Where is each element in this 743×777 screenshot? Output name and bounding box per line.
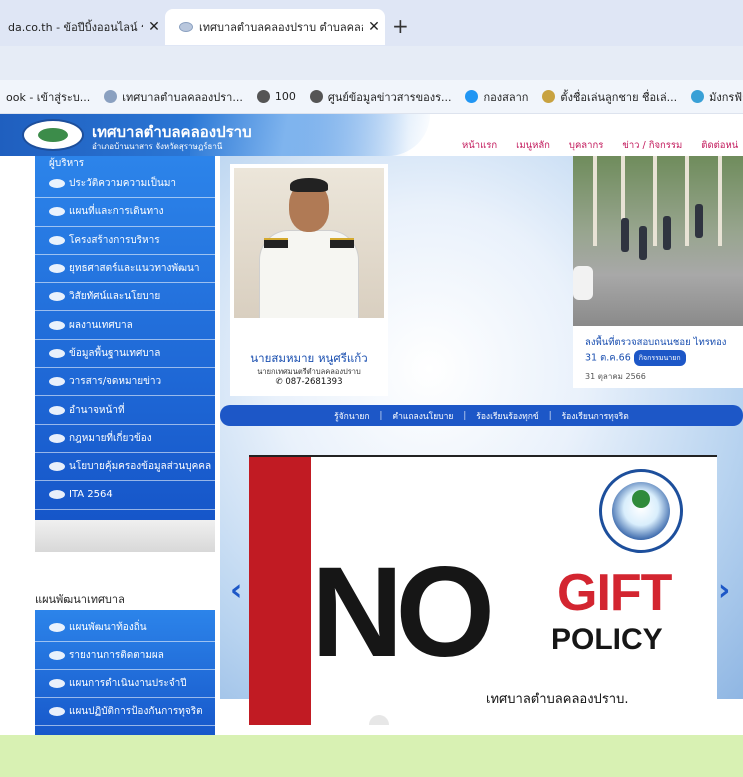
logo-icon — [49, 292, 65, 302]
logo-icon — [49, 490, 65, 500]
link-corruption-report[interactable]: ร้องเรียนการทุจริต — [562, 409, 629, 423]
menu-item[interactable]: วิสัยทัศน์และนโยบาย — [35, 283, 215, 312]
news-title: ลงพื้นที่ตรวจสอบถนนชอย ไทรทอง 31 ต.ค.66 … — [585, 336, 740, 366]
link-policy-statement[interactable]: คำแถลงนโยบาย — [392, 409, 453, 423]
logo-icon — [49, 433, 65, 443]
logo-icon — [49, 207, 65, 217]
site-header: เทศบาลตำบลคลองปราบ อำเภอบ้านนาสาร จังหวั… — [0, 114, 743, 156]
bookmark-item[interactable]: ศูนย์ข้อมูลข่าวสารของร... — [309, 88, 451, 106]
banner-caption: เทศบาลตำบลคลองปราบ. — [486, 692, 629, 707]
logo-icon — [49, 462, 65, 472]
logo-icon — [49, 377, 65, 387]
logo-icon — [49, 179, 65, 189]
municipality-emblem — [599, 469, 683, 553]
address-bar-area[interactable] — [0, 46, 743, 80]
close-icon[interactable]: ✕ — [363, 19, 385, 35]
no-gift-policy-banner[interactable]: NO GIFT POLICY เทศบาลตำบลคลองปราบ. — [249, 455, 717, 725]
site-logo[interactable] — [22, 119, 84, 151]
banner-gift-text: GIFT — [557, 564, 672, 622]
plan-section-title: แผนพัฒนาเทศบาล — [35, 593, 125, 606]
browser-tab-strip: da.co.th - ข้อปีบิ้งออนไลน์ รับ... ✕ เทศ… — [0, 0, 743, 46]
menu-item[interactable]: แผนที่และการเดินทาง — [35, 198, 215, 227]
bookmarks-bar: ook - เข้าสู่ระบ... เทศบาลตำบลคลองปรา...… — [0, 80, 743, 114]
logo-icon — [49, 405, 65, 415]
menu-item[interactable]: ยุทธศาสตร์และแนวทางพัฒนา — [35, 255, 215, 284]
left-menu: ผู้บริหาร ประวัติความความเป็นมา แผนที่แล… — [35, 156, 215, 520]
logo-icon — [49, 651, 65, 660]
plan-menu-item[interactable]: แผนปฏิบัติการป้องกันการทุจริต — [35, 698, 215, 726]
mayor-profile-card: นายสมหมาย หนูศรีแก้ว นายกเทศมนตรีตำบลคลอ… — [230, 164, 388, 396]
menu-footer-box — [35, 520, 215, 552]
browser-tab-active[interactable]: เทศบาลตำบลคลองปราบ ตำบลคลอง... ✕ — [165, 9, 385, 45]
globe-icon — [256, 90, 270, 103]
bookmark-item[interactable]: มังกรฟ้า ล็อตเตอรี่ ออน... — [691, 88, 743, 106]
menu-item[interactable]: กฎหมายที่เกี่ยวข้อง — [35, 425, 215, 453]
plan-menu-item[interactable]: รายงานการติดตามผล — [35, 642, 215, 670]
nav-news[interactable]: ข่าว / กิจกรรม — [622, 138, 682, 153]
logo-icon — [49, 679, 65, 688]
close-icon[interactable]: ✕ — [143, 19, 165, 35]
logo-icon — [49, 320, 65, 330]
link-complaints[interactable]: ร้องเรียนร้องทุกข์ — [476, 409, 538, 423]
bookmark-favicon-icon — [465, 90, 479, 103]
menu-item[interactable]: ผู้บริหาร — [35, 156, 215, 170]
new-tab-button[interactable]: + — [392, 14, 409, 38]
menu-item[interactable]: ข้อมูลพื้นฐานเทศบาล — [35, 340, 215, 369]
logo-icon — [49, 235, 65, 245]
menu-item[interactable]: ITA 2564 — [35, 481, 215, 510]
mayor-phone: ✆ 087-2681393 — [275, 377, 343, 387]
top-navigation: หน้าแรก เมนูหลัก บุคลากร ข่าว / กิจกรรม … — [462, 138, 738, 153]
globe-icon — [309, 90, 323, 103]
tab-title: เทศบาลตำบลคลองปราบ ตำบลคลอง... — [199, 21, 363, 34]
logo-icon — [49, 348, 65, 358]
nav-contact[interactable]: ติดต่อหน่ — [701, 138, 738, 153]
site-subtitle: อำเภอบ้านนาสาร จังหวัดสุราษฎร์ธานี — [92, 142, 223, 151]
bookmark-favicon-icon — [542, 90, 556, 103]
bookmark-item[interactable]: กองสลาก — [465, 88, 528, 106]
quick-links-bar: รู้จักนายก | คำแถลงนโยบาย | ร้องเรียนร้อ… — [220, 405, 743, 426]
slider-prev-arrow[interactable]: ‹ — [230, 576, 242, 606]
logo-icon — [49, 707, 65, 716]
news-photo — [573, 156, 743, 326]
menu-item[interactable]: วารสาร/จดหมายข่าว — [35, 368, 215, 397]
mayor-photo — [234, 168, 384, 318]
bookmark-item[interactable]: เทศบาลตำบลคลองปรา... — [104, 88, 243, 106]
slider-next-arrow[interactable]: › — [718, 576, 730, 606]
slider-dot[interactable] — [369, 715, 389, 725]
menu-item[interactable]: นโยบายคุ้มครองข้อมูลส่วนบุคคล — [35, 453, 215, 482]
plan-menu-item[interactable]: แผนพัฒนาท้องถิ่น — [35, 614, 215, 642]
nav-personnel[interactable]: บุคลากร — [569, 138, 603, 153]
browser-tab-inactive[interactable]: da.co.th - ข้อปีบิ้งออนไลน์ รับ... ✕ — [0, 9, 165, 45]
bookmark-item[interactable]: ตั้งชื่อเล่นลูกชาย ชื่อเล่... — [542, 88, 677, 106]
banner-policy-text: POLICY — [551, 623, 663, 656]
bookmark-favicon-icon — [691, 90, 705, 103]
footer-band — [0, 735, 743, 777]
bookmark-item[interactable]: ook - เข้าสู่ระบ... — [6, 88, 90, 106]
web-page: เทศบาลตำบลคลองปราบ อำเภอบ้านนาสาร จังหวั… — [0, 114, 743, 777]
bookmark-favicon-icon — [104, 90, 118, 103]
bookmark-item[interactable]: 100 — [256, 90, 296, 103]
plan-menu: แผนพัฒนาท้องถิ่น รายงานการติดตามผล แผนกา… — [35, 610, 215, 740]
menu-item[interactable]: ประวัติความความเป็นมา — [35, 170, 215, 199]
news-card[interactable]: ลงพื้นที่ตรวจสอบถนนชอย ไทรทอง 31 ต.ค.66 … — [573, 156, 743, 388]
nav-main-menu[interactable]: เมนูหลัก — [516, 138, 550, 153]
link-about-mayor[interactable]: รู้จักนายก — [334, 409, 369, 423]
site-favicon-icon — [179, 22, 193, 32]
logo-icon — [49, 623, 65, 632]
news-tag[interactable]: กิจกรรมนายก — [633, 350, 686, 366]
nav-home[interactable]: หน้าแรก — [462, 138, 497, 153]
menu-item[interactable]: ผลงานเทศบาล — [35, 311, 215, 340]
news-date: 31 ตุลาคม 2566 — [585, 372, 646, 381]
tab-title: da.co.th - ข้อปีบิ้งออนไลน์ รับ... — [8, 21, 143, 34]
logo-icon — [49, 264, 65, 274]
banner-no-text: NO — [311, 541, 495, 684]
menu-item[interactable]: โครงสร้างการบริหาร — [35, 227, 215, 255]
phone-icon: ✆ — [275, 377, 286, 387]
plan-menu-item[interactable]: แผนการดำเนินงานประจำปี — [35, 670, 215, 698]
menu-item[interactable]: อำนาจหน้าที่ — [35, 396, 215, 425]
